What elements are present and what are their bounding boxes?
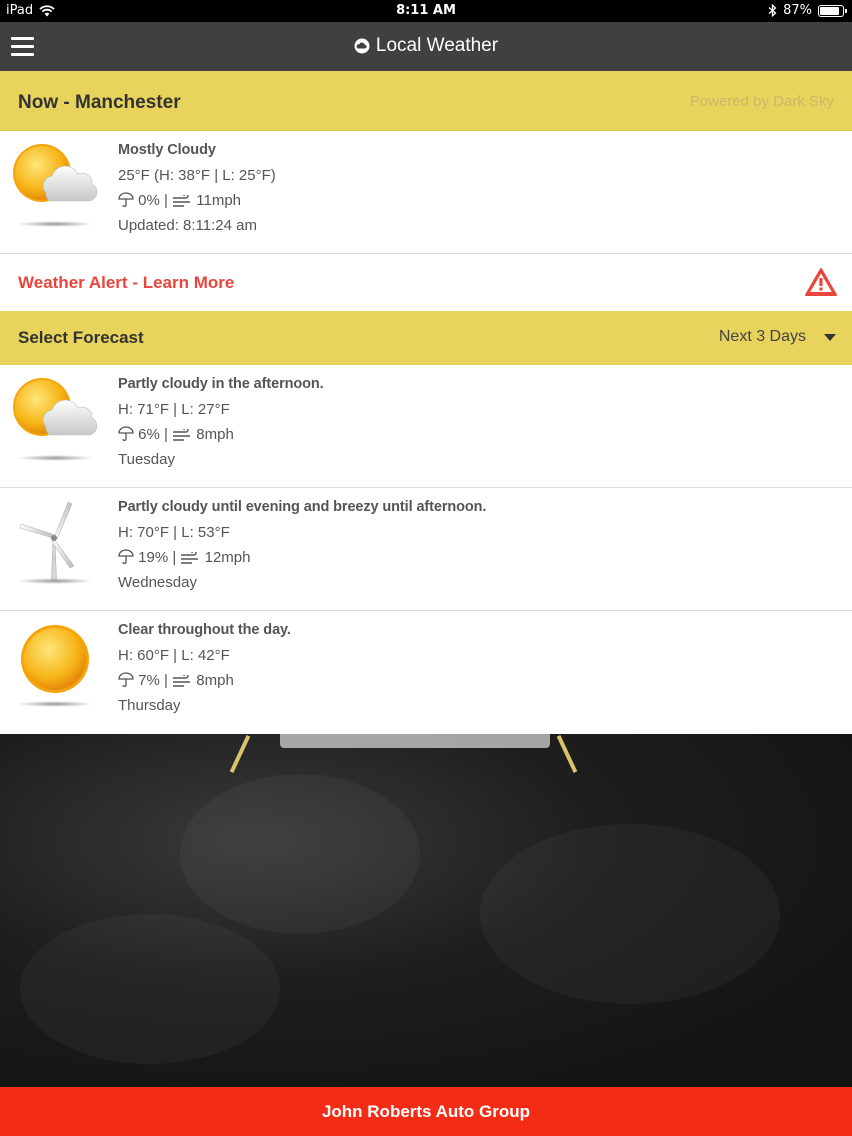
warning-triangle-icon bbox=[805, 268, 837, 296]
lightning-decoration bbox=[556, 735, 578, 773]
page-title: Local Weather bbox=[0, 35, 852, 57]
status-bar: iPad 8:11 AM 87% bbox=[0, 0, 852, 22]
forecast-range-dropdown[interactable]: Next 3 Days bbox=[719, 328, 836, 346]
umbrella-icon bbox=[118, 426, 134, 441]
bluetooth-icon bbox=[768, 4, 777, 17]
wind-value: 11mph bbox=[196, 192, 242, 209]
current-header: Now - Manchester Powered by Dark Sky bbox=[0, 71, 852, 131]
cloud-texture bbox=[480, 824, 780, 1004]
wind-value: 8mph bbox=[196, 672, 234, 689]
current-summary: Mostly Cloudy bbox=[118, 142, 216, 158]
page-title-text: Local Weather bbox=[375, 35, 499, 56]
wind-value: 8mph bbox=[196, 426, 234, 443]
clock: 8:11 AM bbox=[396, 3, 456, 18]
battery-percent: 87% bbox=[783, 3, 812, 18]
forecast-precip-wind: 7% | 8mph bbox=[118, 668, 291, 693]
forecast-day: Tuesday bbox=[118, 451, 175, 468]
forecast-range-value: Next 3 Days bbox=[718, 328, 806, 345]
current-conditions: Mostly Cloudy 25°F (H: 38°F | L: 25°F) 0… bbox=[0, 131, 852, 254]
wind-icon bbox=[173, 195, 191, 207]
cloud-texture bbox=[20, 914, 280, 1064]
precip-value: 6% bbox=[138, 426, 160, 443]
partly-cloudy-icon bbox=[13, 378, 98, 461]
wind-icon bbox=[181, 552, 199, 564]
background-image bbox=[0, 734, 852, 1087]
weather-alert-link[interactable]: Weather Alert - Learn More bbox=[0, 254, 852, 312]
forecast-header-title: Select Forecast bbox=[18, 328, 144, 347]
forecast-precip-wind: 19% | 12mph bbox=[118, 545, 486, 570]
powered-by-link[interactable]: Powered by Dark Sky bbox=[690, 93, 834, 110]
wind-icon bbox=[173, 675, 191, 687]
precip-value: 19% bbox=[138, 549, 169, 566]
forecast-day: Thursday bbox=[118, 697, 181, 714]
forecast-summary: Partly cloudy in the afternoon. bbox=[118, 376, 324, 392]
forecast-temps: H: 71°F | L: 27°F bbox=[118, 401, 230, 418]
sun-icon bbox=[17, 625, 93, 707]
wind-value: 12mph bbox=[204, 549, 251, 566]
last-updated: Updated: 8:11:24 am bbox=[118, 217, 257, 234]
forecast-item: Partly cloudy until evening and breezy u… bbox=[0, 488, 852, 611]
forecast-summary: Partly cloudy until evening and breezy u… bbox=[118, 499, 487, 515]
current-precip-wind: 0% | 11mph bbox=[118, 188, 276, 213]
current-temps: 25°F (H: 38°F | L: 25°F) bbox=[118, 167, 276, 184]
forecast-temps: H: 60°F | L: 42°F bbox=[118, 647, 230, 664]
weather-alert-label: Weather Alert - Learn More bbox=[18, 273, 235, 292]
forecast-header: Select Forecast Next 3 Days bbox=[0, 311, 852, 365]
umbrella-icon bbox=[118, 672, 134, 687]
umbrella-icon bbox=[118, 549, 134, 564]
partly-cloudy-icon bbox=[13, 144, 98, 227]
forecast-item: Partly cloudy in the afternoon. H: 71°F … bbox=[0, 365, 852, 488]
background-logo-fragment bbox=[280, 734, 550, 748]
forecast-precip-wind: 6% | 8mph bbox=[118, 422, 324, 447]
precip-value: 0% bbox=[138, 192, 160, 209]
forecast-item: Clear throughout the day. H: 60°F | L: 4… bbox=[0, 611, 852, 734]
forecast-temps: H: 70°F | L: 53°F bbox=[118, 524, 230, 541]
battery-icon bbox=[818, 4, 847, 17]
chevron-down-icon bbox=[824, 333, 836, 341]
lightning-decoration bbox=[229, 735, 251, 773]
sponsor-footer-button[interactable]: John Roberts Auto Group bbox=[0, 1087, 852, 1136]
current-location-title: Now - Manchester bbox=[18, 92, 181, 113]
cloud-texture bbox=[180, 774, 420, 934]
forecast-summary: Clear throughout the day. bbox=[118, 622, 291, 638]
precip-value: 7% bbox=[138, 672, 160, 689]
forecast-day: Wednesday bbox=[118, 574, 197, 591]
nav-bar: Local Weather bbox=[0, 22, 852, 71]
wind-turbine-icon bbox=[17, 501, 93, 584]
wind-icon bbox=[173, 429, 191, 441]
cloud-icon bbox=[354, 38, 370, 54]
umbrella-icon bbox=[118, 192, 134, 207]
